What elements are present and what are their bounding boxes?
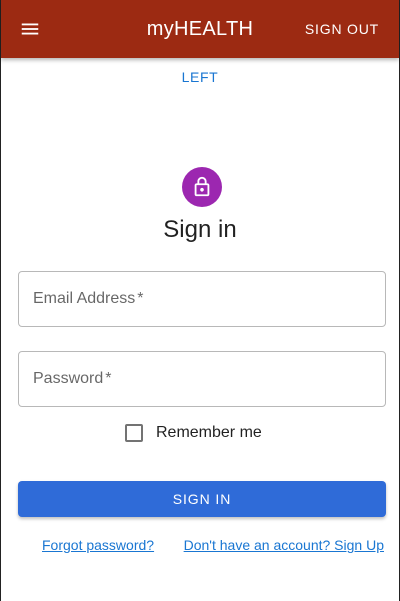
lock-avatar: [182, 167, 222, 207]
remember-me-control[interactable]: Remember me: [125, 424, 262, 442]
sign-out-button[interactable]: SIGN OUT: [299, 15, 385, 43]
menu-icon: [21, 23, 39, 35]
lock-icon: [194, 176, 210, 197]
menu-button[interactable]: [17, 16, 43, 42]
password-field[interactable]: Password *: [18, 351, 386, 407]
sign-in-button[interactable]: SIGN IN: [18, 481, 386, 517]
page-frame: myHEALTH SIGN OUT LEFT Sign in Email Add…: [0, 0, 400, 601]
sign-up-link[interactable]: Don't have an account? Sign Up: [184, 537, 384, 553]
app-bar: myHEALTH SIGN OUT: [1, 0, 399, 58]
sign-in-heading: Sign in: [163, 216, 237, 243]
left-link[interactable]: LEFT: [1, 69, 399, 85]
email-field[interactable]: Email Address *: [18, 271, 386, 327]
forgot-password-link[interactable]: Forgot password?: [42, 537, 154, 553]
remember-me-checkbox[interactable]: [125, 424, 143, 442]
remember-me-label: Remember me: [156, 424, 262, 441]
